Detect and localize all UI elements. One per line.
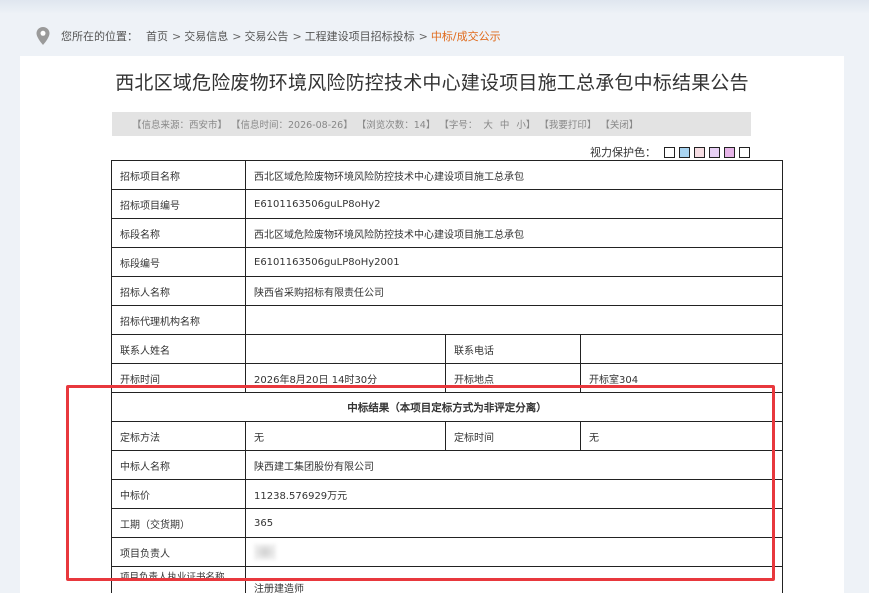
color-swatch-white[interactable] <box>664 146 675 158</box>
bid-info-table: 招标项目名称 西北区域危险废物环境风险防控技术中心建设项目施工总承包 招标项目编… <box>111 160 783 593</box>
row-value: 陕西建工集团股份有限公司 <box>245 450 783 480</box>
table-row: 招标人名称 陕西省采购招标有限责任公司 <box>111 276 783 306</box>
color-swatch-blue[interactable] <box>679 146 690 158</box>
font-size-close: 】 <box>525 120 536 131</box>
table-row: 联系人姓名 联系电话 <box>111 334 783 364</box>
row-value: 注册建造师 <box>245 566 783 593</box>
row-label: 中标价 <box>111 479 246 509</box>
breadcrumb-prefix: 您所在的位置： <box>61 30 138 43</box>
color-swatch-lavender[interactable] <box>709 146 720 158</box>
table-row: 项目负责人 <box>111 537 783 567</box>
table-row: 定标方法 无 定标时间 无 <box>111 421 783 451</box>
row-value: 2026年8月20日 14时30分 <box>245 363 446 393</box>
print-link[interactable]: 【我要打印】 <box>539 117 596 131</box>
row-label: 项目负责人 <box>111 537 246 567</box>
color-swatch-white-2[interactable] <box>739 146 750 158</box>
row-label: 招标代理机构名称 <box>111 305 246 335</box>
result-header: 中标结果（本项目定标方式为非评定分离） <box>111 392 783 422</box>
breadcrumb-separator: > <box>232 29 242 43</box>
row-label: 项目负责人执业证书名称 <box>111 566 246 593</box>
row-label: 标段编号 <box>111 247 246 277</box>
table-row: 开标时间 2026年8月20日 14时30分 开标地点 开标室304 <box>111 363 783 393</box>
row-label: 招标项目名称 <box>111 160 246 190</box>
row-value: 开标室304 <box>580 363 783 393</box>
breadcrumb-trade-info[interactable]: 交易信息 <box>184 28 228 44</box>
top-band <box>0 0 869 14</box>
table-row: 标段名称 西北区域危险废物环境风险防控技术中心建设项目施工总承包 <box>111 218 783 248</box>
font-size-medium[interactable]: 中 <box>500 117 510 131</box>
breadcrumb-trade-notice[interactable]: 交易公告 <box>244 28 288 44</box>
breadcrumb-bidding[interactable]: 工程建设项目招标投标 <box>305 28 415 44</box>
font-size-large[interactable]: 大 <box>483 117 493 131</box>
breadcrumb-home[interactable]: 首页 <box>146 28 168 44</box>
location-pin-icon <box>36 27 50 45</box>
row-label: 定标时间 <box>445 421 581 451</box>
breadcrumb-separator: > <box>172 29 182 43</box>
row-value <box>245 334 446 364</box>
row-value <box>580 334 783 364</box>
table-row: 招标项目编号 E6101163506guLP8oHy2 <box>111 189 783 219</box>
close-link[interactable]: 【关闭】 <box>600 117 638 131</box>
vision-label: 视力保护色： <box>590 146 656 159</box>
color-swatch-pink[interactable] <box>694 146 705 158</box>
row-label: 定标方法 <box>111 421 246 451</box>
row-value: 西北区域危险废物环境风险防控技术中心建设项目施工总承包 <box>245 160 783 190</box>
row-label: 标段名称 <box>111 218 246 248</box>
breadcrumb-separator: > <box>292 29 302 43</box>
info-views: 【浏览次数：14】 <box>356 120 436 131</box>
info-time: 【信息时间：2026-08-26】 <box>231 120 353 131</box>
row-value: 365 <box>245 508 783 538</box>
page-title: 西北区域危险废物环境风险防控技术中心建设项目施工总承包中标结果公告 <box>115 72 749 94</box>
vision-protection: 视力保护色： <box>590 144 750 160</box>
font-size-label: 【字号： <box>439 120 478 131</box>
row-label: 开标时间 <box>111 363 246 393</box>
row-value: E6101163506guLP8oHy2001 <box>245 247 783 277</box>
row-value <box>245 537 783 567</box>
row-value: E6101163506guLP8oHy2 <box>245 189 783 219</box>
row-value: 西北区域危险废物环境风险防控技术中心建设项目施工总承包 <box>245 218 783 248</box>
table-row: 项目负责人执业证书名称 注册建造师 <box>111 566 783 593</box>
row-value <box>245 305 783 335</box>
row-value: 11238.576929万元 <box>245 479 783 509</box>
row-label: 联系电话 <box>445 334 581 364</box>
table-row: 标段编号 E6101163506guLP8oHy2001 <box>111 247 783 277</box>
table-row: 招标代理机构名称 <box>111 305 783 335</box>
info-source: 【信息来源：西安市】 <box>132 120 228 131</box>
font-size-small[interactable]: 小 <box>516 117 526 131</box>
breadcrumb-separator: > <box>418 29 428 43</box>
row-value: 无 <box>245 421 446 451</box>
row-label: 工期（交货期） <box>111 508 246 538</box>
row-label: 联系人姓名 <box>111 334 246 364</box>
table-row: 中标人名称 陕西建工集团股份有限公司 <box>111 450 783 480</box>
row-label: 招标项目编号 <box>111 189 246 219</box>
breadcrumb-current[interactable]: 中标/成交公示 <box>431 28 501 44</box>
row-value: 陕西省采购招标有限责任公司 <box>245 276 783 306</box>
info-bar: 【信息来源：西安市】 【信息时间：2026-08-26】 【浏览次数：14】 【… <box>112 112 751 136</box>
table-row: 工期（交货期） 365 <box>111 508 783 538</box>
row-label: 中标人名称 <box>111 450 246 480</box>
table-row: 中标价 11238.576929万元 <box>111 479 783 509</box>
row-label: 招标人名称 <box>111 276 246 306</box>
table-row: 招标项目名称 西北区域危险废物环境风险防控技术中心建设项目施工总承包 <box>111 160 783 190</box>
table-row: 中标结果（本项目定标方式为非评定分离） <box>111 392 783 422</box>
row-label: 开标地点 <box>445 363 581 393</box>
breadcrumb: 您所在的位置： 首页 > 交易信息 > 交易公告 > 工程建设项目招标投标 > … <box>36 26 503 46</box>
redacted-name <box>254 544 276 560</box>
row-value: 无 <box>580 421 783 451</box>
color-swatch-purple[interactable] <box>724 146 735 158</box>
